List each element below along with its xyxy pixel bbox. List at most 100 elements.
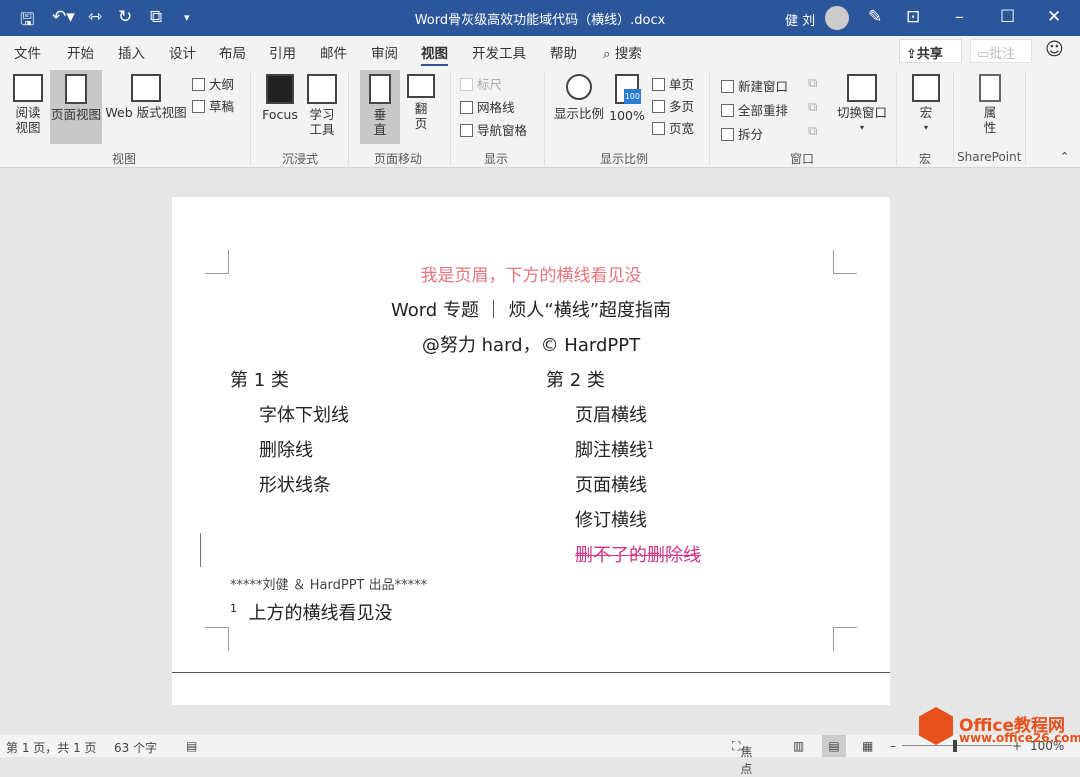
navigation-pane-checkbox[interactable]: 导航窗格 — [460, 120, 527, 139]
page-header: 我是页眉，下方的横线看见没 — [420, 266, 642, 286]
avatar[interactable] — [825, 6, 849, 30]
zoom-slider[interactable] — [902, 745, 1012, 746]
tab-file[interactable]: 文件 — [14, 42, 41, 62]
watermark-url: www.office26.com — [959, 731, 1080, 745]
dropdown-icon: ▾ — [923, 123, 928, 132]
tab-mailings[interactable]: 邮件 — [320, 42, 347, 62]
vertical-button[interactable]: 垂直 — [360, 70, 400, 144]
checkbox — [460, 124, 473, 137]
side-to-side-button[interactable]: 翻页 — [402, 74, 440, 131]
zoom-button[interactable]: 显示比例 — [552, 74, 606, 121]
group-label-sharepoint: SharePoint — [957, 150, 1022, 164]
comment-icon: ▭ — [977, 47, 990, 62]
smiley-icon[interactable]: ☺ — [1045, 39, 1064, 60]
ribbon-display-icon[interactable]: ⊡ — [906, 7, 920, 27]
sync-scroll-icon[interactable]: ⧉ — [808, 100, 817, 115]
tab-developer[interactable]: 开发工具 — [472, 42, 526, 62]
page-width-icon — [652, 122, 665, 135]
focus-button[interactable]: Focus — [260, 74, 300, 122]
title-bar: 🖫 ↶▾ ⇿ ↻ ⧉ ▾ Word骨灰级高效功能域代码（横线）.docx 健 刘… — [0, 0, 1080, 36]
learning-tools-button[interactable]: 学习工具 — [304, 74, 340, 137]
read-mode-button[interactable]: 阅读视图 — [8, 74, 48, 135]
page-count[interactable]: 第 1 页，共 1 页 — [6, 739, 97, 756]
tab-layout[interactable]: 布局 — [219, 42, 246, 62]
group-label-immersive: 沉浸式 — [282, 152, 319, 166]
document-page[interactable]: 我是页眉，下方的横线看见没 Word 专题 ｜ 烦人“横线”超度指南 @努力 h… — [172, 197, 890, 705]
gridlines-checkbox[interactable]: 网格线 — [460, 97, 515, 116]
user-name[interactable]: 健 刘 — [785, 10, 815, 29]
new-window-button[interactable]: 新建窗口 — [721, 76, 788, 95]
web-layout-icon[interactable]: ▦ — [862, 739, 873, 753]
divider — [953, 72, 954, 164]
group-label-page-movement: 页面移动 — [374, 152, 423, 166]
dropdown-icon: ▾ — [859, 123, 864, 132]
tab-view[interactable]: 视图 — [421, 42, 448, 67]
col1-heading: 第 1 类 — [230, 370, 289, 391]
footnote-ref[interactable]: 1 — [647, 439, 654, 452]
tab-references[interactable]: 引用 — [269, 42, 296, 62]
tab-design[interactable]: 设计 — [169, 42, 196, 62]
draft-button[interactable]: 草稿 — [192, 96, 234, 115]
properties-button[interactable]: 属性 — [972, 74, 1008, 135]
outline-button[interactable]: 大纲 — [192, 74, 234, 93]
tab-help[interactable]: 帮助 — [550, 42, 577, 62]
page-width-button[interactable]: 页宽 — [652, 118, 694, 137]
zoom-100-button[interactable]: 100 100% — [608, 74, 646, 123]
search-box[interactable]: ⌕ 搜索 — [603, 42, 642, 62]
word-count[interactable]: 63 个字 — [114, 739, 157, 756]
read-mode-icon[interactable]: ▥ — [793, 739, 804, 753]
tab-home[interactable]: 开始 — [67, 42, 94, 62]
comments-button[interactable]: ▭批注 — [970, 39, 1032, 63]
ruler-checkbox[interactable]: 标尺 — [460, 74, 502, 93]
multiple-pages-button[interactable]: 多页 — [652, 96, 694, 115]
split-button[interactable]: 拆分 — [721, 124, 763, 143]
zoom-out-button[interactable]: – — [890, 739, 896, 753]
arrange-all-button[interactable]: 全部重排 — [721, 100, 788, 119]
one-page-button[interactable]: 单页 — [652, 74, 694, 93]
switch-windows-icon — [847, 74, 877, 102]
multiple-pages-icon — [652, 100, 665, 113]
revision-bar — [200, 533, 201, 567]
maximize-icon[interactable]: ☐ — [1000, 7, 1015, 27]
group-label-zoom: 显示比例 — [600, 152, 649, 166]
tab-review[interactable]: 审阅 — [371, 42, 398, 62]
web-layout-button[interactable]: Web 版式视图 — [104, 74, 188, 120]
sharepoint-icon — [979, 74, 1001, 102]
pen-icon[interactable]: ✎ — [868, 7, 882, 27]
group-label-macros: 宏 — [919, 152, 932, 166]
list-item: 字体下划线 — [259, 405, 349, 426]
page-100-icon: 100 — [615, 74, 641, 104]
checkbox — [460, 78, 473, 91]
divider — [1025, 72, 1026, 164]
flip-icon — [407, 74, 435, 98]
share-button[interactable]: ⇪共享 — [899, 39, 962, 63]
divider — [896, 72, 897, 164]
print-layout-button[interactable]: 页面视图 — [50, 70, 102, 144]
view-side-by-side-icon[interactable]: ⧉ — [808, 76, 817, 91]
list-item: 脚注横线1 — [575, 439, 654, 461]
tab-insert[interactable]: 插入 — [118, 42, 145, 62]
focus-icon — [266, 74, 294, 104]
page-line — [172, 672, 890, 673]
divider — [348, 72, 349, 164]
switch-windows-button[interactable]: 切换窗口 ▾ — [834, 74, 890, 135]
magnifier-icon — [566, 74, 592, 100]
group-label-show: 显示 — [484, 152, 509, 166]
book-icon — [13, 74, 43, 102]
vertical-icon — [369, 74, 391, 104]
arrange-all-icon — [721, 104, 734, 117]
divider — [709, 72, 710, 164]
doc-title: Word 专题 ｜ 烦人“横线”超度指南 — [390, 300, 672, 321]
web-page-icon — [131, 74, 161, 102]
macros-icon — [912, 74, 940, 102]
proofing-icon[interactable]: ▤ — [186, 739, 197, 753]
print-layout-icon[interactable]: ▤ — [822, 735, 846, 757]
collapse-ribbon-icon[interactable]: ⌃ — [1060, 150, 1069, 163]
reset-window-icon[interactable]: ⧉ — [808, 124, 817, 139]
close-icon[interactable]: ✕ — [1047, 7, 1061, 27]
list-item: 修订横线 — [575, 510, 647, 531]
focus-mode-button[interactable]: ⛶ 焦点 — [732, 739, 752, 776]
divider — [450, 72, 451, 164]
minimize-icon[interactable]: – — [955, 7, 964, 27]
macros-button[interactable]: 宏 ▾ — [906, 74, 946, 135]
